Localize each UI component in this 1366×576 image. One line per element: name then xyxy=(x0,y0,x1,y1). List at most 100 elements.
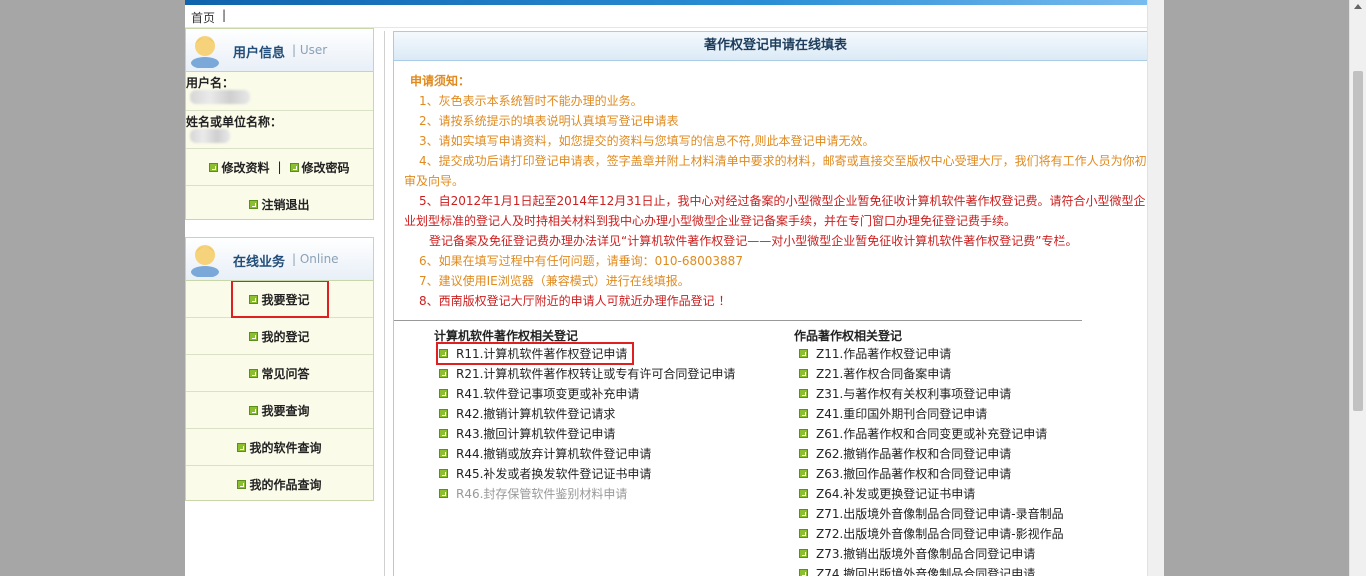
arrow-icon xyxy=(799,409,808,418)
arrow-icon xyxy=(799,349,808,358)
notice-5-detail: 登记备案及免征登记费办理办法详见“计算机软件著作权登记——对小型微型企业暂免征收… xyxy=(429,234,1078,248)
page-scrollbar[interactable] xyxy=(1349,0,1366,576)
arrow-icon xyxy=(249,331,259,341)
works-item[interactable]: Z74.撤回出版境外音像制品合同登记申请 xyxy=(799,565,1035,576)
logout-link[interactable]: 注销退出 xyxy=(261,196,309,213)
works-item-label[interactable]: Z61.作品著作权和合同变更或补充登记申请 xyxy=(816,425,1047,442)
online-item-search[interactable]: 我要查询 xyxy=(186,392,373,429)
works-item-label[interactable]: Z63.撤回作品著作权和合同登记申请 xyxy=(816,465,1011,482)
software-item-label[interactable]: R43.撤回计算机软件登记申请 xyxy=(456,425,615,442)
software-item[interactable]: R43.撤回计算机软件登记申请 xyxy=(439,425,615,442)
arrow-icon xyxy=(799,369,808,378)
arrow-icon xyxy=(799,529,808,538)
notice-6: 6、如果在填写过程中有任何问题，请垂询：010-68003887 xyxy=(419,254,743,268)
user-panel-title: 用户信息 xyxy=(233,46,286,61)
works-item[interactable]: Z72.出版境外音像制品合同登记申请-影视作品 xyxy=(799,525,1064,542)
vertical-scrollbar[interactable] xyxy=(1147,0,1164,576)
links-divider: | xyxy=(277,160,282,174)
my-software-query-link[interactable]: 我的软件查询 xyxy=(249,439,321,456)
works-item[interactable]: Z11.作品著作权登记申请 xyxy=(799,345,951,362)
works-item[interactable]: Z63.撤回作品著作权和合同登记申请 xyxy=(799,465,1011,482)
arrow-icon xyxy=(289,162,299,172)
software-item[interactable]: R44.撤销或放弃计算机软件登记申请 xyxy=(439,445,651,462)
online-item-register[interactable]: 我要登记 xyxy=(186,280,373,318)
my-registrations-link[interactable]: 我的登记 xyxy=(261,328,309,345)
works-item-label[interactable]: Z64.补发或更换登记证书申请 xyxy=(816,485,975,502)
faq-link[interactable]: 常见问答 xyxy=(261,365,309,382)
name-row: 姓名或单位名称： xyxy=(186,111,373,149)
notice-5-cont: 业划型标准的登记人及时持相关材料到我中心办理小型微型企业登记备案手续，并在专门窗… xyxy=(404,214,1017,228)
software-item[interactable]: R45.补发或者换发软件登记证书申请 xyxy=(439,465,651,482)
scroll-thumb[interactable] xyxy=(1353,71,1363,411)
online-panel-subtitle: | Online xyxy=(292,252,339,266)
works-item[interactable]: Z31.与著作权有关权利事项登记申请 xyxy=(799,385,1011,402)
user-avatar-icon xyxy=(191,36,219,68)
software-item[interactable]: R11.计算机软件著作权登记申请 xyxy=(435,342,635,365)
software-item[interactable]: R42.撤销计算机软件登记请求 xyxy=(439,405,615,422)
software-item-label[interactable]: R46.封存保管软件鉴别材料申请 xyxy=(456,485,627,502)
arrow-icon xyxy=(799,469,808,478)
software-item-label[interactable]: R11.计算机软件著作权登记申请 xyxy=(456,345,627,362)
works-section-heading: 作品著作权相关登记 xyxy=(794,329,903,343)
works-item[interactable]: Z71.出版境外音像制品合同登记申请-录音制品 xyxy=(799,505,1064,522)
online-panel-title: 在线业务 xyxy=(233,255,286,270)
notice-5: 5、自2012年1月1日起至2014年12月31日止，我中心对经过备案的小型微型… xyxy=(419,194,1146,208)
software-item-label[interactable]: R42.撤销计算机软件登记请求 xyxy=(456,405,615,422)
works-item-label[interactable]: Z31.与著作权有关权利事项登记申请 xyxy=(816,385,1011,402)
notice-3: 3、请如实填写申请资料，如您提交的资料与您填写的信息不符,则此本登记申请无效。 xyxy=(419,134,875,148)
arrow-icon xyxy=(439,369,448,378)
works-item[interactable]: Z41.重印国外期刊合同登记申请 xyxy=(799,405,987,422)
online-item-my-software[interactable]: 我的软件查询 xyxy=(186,429,373,466)
works-item[interactable]: Z61.作品著作权和合同变更或补充登记申请 xyxy=(799,425,1047,442)
arrow-icon xyxy=(799,569,808,576)
main-form-box: 著作权登记申请在线填表 申请须知： 1、灰色表示本系统暂时不能办理的业务。 2、… xyxy=(393,31,1158,576)
notice-heading: 申请须知： xyxy=(410,74,471,88)
works-item[interactable]: Z21.著作权合同备案申请 xyxy=(799,365,951,382)
software-section-heading: 计算机软件著作权相关登记 xyxy=(434,329,579,343)
works-item[interactable]: Z62.撤销作品著作权和合同登记申请 xyxy=(799,445,1011,462)
breadcrumb-home-link[interactable]: 首页 xyxy=(191,9,215,26)
my-works-query-link[interactable]: 我的作品查询 xyxy=(249,476,321,493)
arrow-icon xyxy=(799,429,808,438)
arrow-icon xyxy=(439,349,448,358)
search-link[interactable]: 我要查询 xyxy=(261,402,309,419)
online-item-my-registrations[interactable]: 我的登记 xyxy=(186,318,373,355)
software-item[interactable]: R41.软件登记事项变更或补充申请 xyxy=(439,385,639,402)
works-item[interactable]: Z64.补发或更换登记证书申请 xyxy=(799,485,975,502)
software-item[interactable]: R21.计算机软件著作权转让或专有许可合同登记申请 xyxy=(439,365,735,382)
change-password-link[interactable]: 修改密码 xyxy=(302,159,350,176)
online-item-my-works[interactable]: 我的作品查询 xyxy=(186,466,373,503)
user-info-panel: 用户信息 | User 用户名： 姓名或单位名称： 修改资料 | 修改密码 注销… xyxy=(185,28,374,220)
register-link[interactable]: 我要登记 xyxy=(261,291,309,308)
main-title: 著作权登记申请在线填表 xyxy=(394,32,1157,61)
software-item-label[interactable]: R21.计算机软件著作权转让或专有许可合同登记申请 xyxy=(456,365,735,382)
software-item-label[interactable]: R45.补发或者换发软件登记证书申请 xyxy=(456,465,651,482)
user-panel-header: 用户信息 | User xyxy=(186,29,373,72)
arrow-icon xyxy=(249,200,259,209)
works-item-label[interactable]: Z62.撤销作品著作权和合同登记申请 xyxy=(816,445,1011,462)
scroll-up-arrow-icon[interactable] xyxy=(1354,4,1362,9)
online-item-faq[interactable]: 常见问答 xyxy=(186,355,373,392)
works-item-label[interactable]: Z74.撤回出版境外音像制品合同登记申请 xyxy=(816,565,1035,576)
works-item-label[interactable]: Z11.作品著作权登记申请 xyxy=(816,345,951,362)
notice-7: 7、建议使用IE浏览器（兼容模式）进行在线填报。 xyxy=(419,274,690,288)
register-highlight: 我要登记 xyxy=(230,280,329,318)
works-item-label[interactable]: Z73.撤销出版境外音像制品合同登记申请 xyxy=(816,545,1035,562)
notice-4: 4、提交成功后请打印登记申请表，签字盖章并附上材料清单中要求的材料，邮寄或直接交… xyxy=(419,154,1147,168)
arrow-icon xyxy=(799,389,808,398)
username-row: 用户名： xyxy=(186,72,373,111)
arrow-icon xyxy=(439,489,448,498)
edit-profile-link[interactable]: 修改资料 xyxy=(221,159,269,176)
section-divider xyxy=(394,320,1082,321)
works-item-label[interactable]: Z72.出版境外音像制品合同登记申请-影视作品 xyxy=(816,525,1064,542)
works-item-label[interactable]: Z71.出版境外音像制品合同登记申请-录音制品 xyxy=(816,505,1064,522)
works-item[interactable]: Z73.撤销出版境外音像制品合同登记申请 xyxy=(799,545,1035,562)
software-item[interactable]: R46.封存保管软件鉴别材料申请 xyxy=(439,485,627,502)
name-label: 姓名或单位名称： xyxy=(186,115,283,129)
software-item-label[interactable]: R44.撤销或放弃计算机软件登记申请 xyxy=(456,445,651,462)
software-item-label[interactable]: R41.软件登记事项变更或补充申请 xyxy=(456,385,639,402)
username-label: 用户名： xyxy=(186,76,235,90)
notice-2: 2、请按系统提示的填表说明认真填写登记申请表 xyxy=(419,114,679,128)
works-item-label[interactable]: Z41.重印国外期刊合同登记申请 xyxy=(816,405,987,422)
works-item-label[interactable]: Z21.著作权合同备案申请 xyxy=(816,365,951,382)
